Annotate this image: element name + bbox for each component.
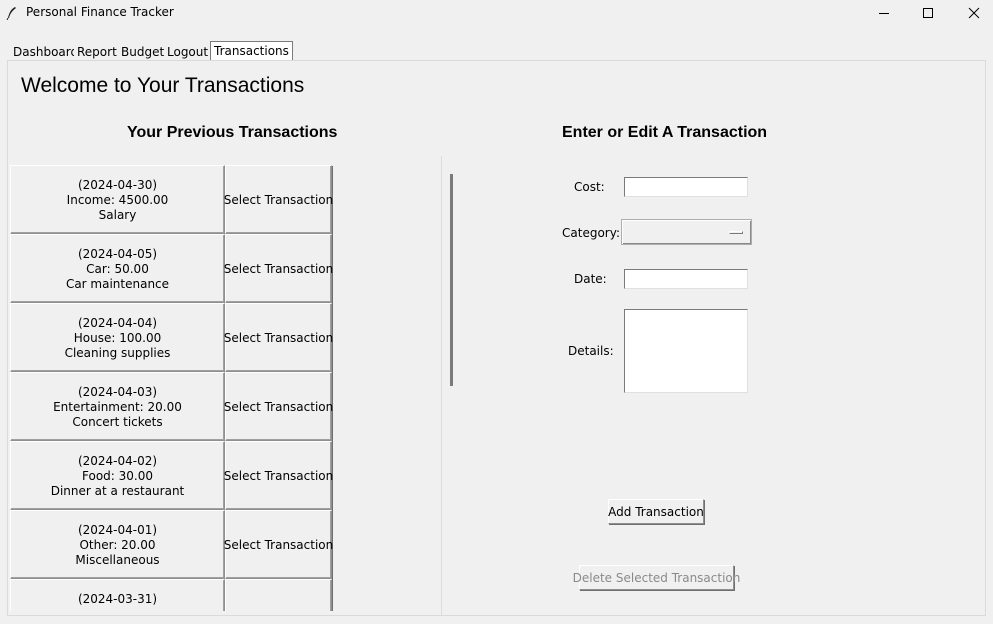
window-title: Personal Finance Tracker xyxy=(26,5,174,19)
list-item: (2024-04-04) House: 100.00 Cleaning supp… xyxy=(10,303,333,372)
delete-transaction-button[interactable]: Delete Selected Transaction xyxy=(573,565,740,590)
transaction-amount: Car: 50.00 xyxy=(86,262,149,276)
close-button[interactable] xyxy=(951,0,993,26)
select-transaction-button[interactable]: Select Transaction xyxy=(224,303,333,372)
details-label: Details: xyxy=(568,344,614,358)
category-select[interactable] xyxy=(621,219,752,245)
transaction-date: (2024-04-01) xyxy=(77,523,158,537)
transaction-form-heading: Enter or Edit A Transaction xyxy=(562,124,768,141)
transaction-details: Cleaning supplies xyxy=(64,346,171,360)
transaction-date: (2024-04-04) xyxy=(77,316,158,330)
transaction-info: (2024-04-02) Food: 30.00 Dinner at a res… xyxy=(10,441,225,510)
list-item: (2024-04-30) Income: 4500.00 Salary Sele… xyxy=(10,165,333,234)
transaction-details: Salary xyxy=(98,208,137,222)
maximize-icon xyxy=(923,8,933,18)
transaction-date: (2024-04-02) xyxy=(77,454,158,468)
maximize-button[interactable] xyxy=(905,0,951,26)
transaction-date: (2024-04-03) xyxy=(77,385,158,399)
select-transaction-button[interactable]: Select Transaction xyxy=(224,441,333,510)
feather-icon xyxy=(6,6,18,21)
transaction-amount: Food: 30.00 xyxy=(82,469,153,483)
transaction-amount: Income: 4500.00 xyxy=(66,193,169,207)
transaction-info: (2024-04-30) Income: 4500.00 Salary xyxy=(10,165,225,234)
minimize-icon xyxy=(879,13,889,14)
close-icon xyxy=(968,7,980,19)
select-transaction-button[interactable]: Select Transaction xyxy=(224,165,333,234)
list-item: (2024-04-03) Entertainment: 20.00 Concer… xyxy=(10,372,333,441)
select-transaction-button[interactable]: Select Transaction xyxy=(224,372,333,441)
select-transaction-button[interactable]: Select Transaction xyxy=(224,234,333,303)
minimize-button[interactable] xyxy=(861,0,907,26)
date-field[interactable] xyxy=(624,269,748,289)
transaction-date: (2024-04-30) xyxy=(77,178,158,192)
title-bar: Personal Finance Tracker xyxy=(0,0,993,26)
transaction-details: Miscellaneous xyxy=(75,553,160,567)
transaction-details: Dinner at a restaurant xyxy=(50,484,185,498)
transaction-info: (2024-04-01) Other: 20.00 Miscellaneous xyxy=(10,510,225,579)
page-title: Welcome to Your Transactions xyxy=(21,74,305,97)
list-item: (2024-04-05) Car: 50.00 Car maintenance … xyxy=(10,234,333,303)
transaction-info: (2024-04-03) Entertainment: 20.00 Concer… xyxy=(10,372,225,441)
category-label: Category: xyxy=(562,226,620,240)
list-item: (2024-03-31) xyxy=(10,579,333,611)
panel-divider xyxy=(441,156,442,616)
transaction-details: Concert tickets xyxy=(72,415,163,429)
transaction-amount: Other: 20.00 xyxy=(79,538,156,552)
transaction-date: (2024-04-05) xyxy=(77,247,158,261)
list-item: (2024-04-01) Other: 20.00 Miscellaneous … xyxy=(10,510,333,579)
transaction-amount: Entertainment: 20.00 xyxy=(53,400,182,414)
transaction-info: (2024-04-05) Car: 50.00 Car maintenance xyxy=(10,234,225,303)
list-scrollbar[interactable] xyxy=(450,174,453,386)
transaction-amount: House: 100.00 xyxy=(73,331,162,345)
transaction-date: (2024-03-31) xyxy=(77,592,158,606)
transaction-details: Car maintenance xyxy=(65,277,170,291)
tab-transactions[interactable]: Transactions xyxy=(210,41,293,60)
list-item: (2024-04-02) Food: 30.00 Dinner at a res… xyxy=(10,441,333,510)
transaction-list: (2024-04-30) Income: 4500.00 Salary Sele… xyxy=(10,165,333,611)
add-transaction-button[interactable]: Add Transaction xyxy=(608,499,704,524)
transaction-info: (2024-04-04) House: 100.00 Cleaning supp… xyxy=(10,303,225,372)
transaction-info: (2024-03-31) xyxy=(10,579,225,611)
previous-transactions-heading: Your Previous Transactions xyxy=(127,124,338,141)
date-label: Date: xyxy=(574,272,607,286)
details-field[interactable] xyxy=(624,309,748,393)
cost-field[interactable] xyxy=(624,177,748,197)
dropdown-indicator-icon xyxy=(729,231,743,234)
select-transaction-button[interactable]: Select Transaction xyxy=(224,510,333,579)
select-transaction-button[interactable] xyxy=(225,579,332,611)
cost-label: Cost: xyxy=(574,180,605,194)
